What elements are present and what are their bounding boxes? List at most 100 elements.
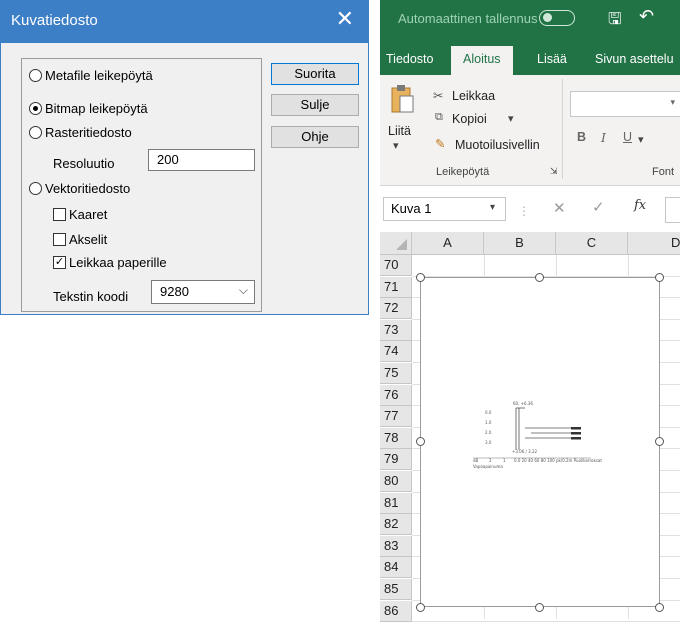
svg-text:2.0: 2.0 <box>485 430 492 435</box>
tab-insert[interactable]: Lisää <box>537 52 567 66</box>
resize-handle[interactable] <box>416 603 425 612</box>
svg-text:1.0: 1.0 <box>485 420 492 425</box>
scissors-icon[interactable]: ✂ <box>433 88 443 103</box>
picture-content: 0.0 1.0 2.0 3.0 60, +6.36 +3.06 / 3.22 d… <box>473 401 602 469</box>
paste-icon[interactable] <box>390 84 414 114</box>
cut-label[interactable]: Leikkaa <box>452 89 495 103</box>
radio-raster-label: Rasteritiedosto <box>45 125 132 140</box>
checkbox-clip[interactable]: ✓ Leikkaa paperille <box>53 255 167 270</box>
embedded-picture[interactable]: 0.0 1.0 2.0 3.0 60, +6.36 +3.06 / 3.22 d… <box>420 277 660 607</box>
bold-button[interactable]: B <box>577 130 586 144</box>
clipboard-group-label: Leikepöytä <box>436 166 490 178</box>
select-all-corner[interactable] <box>380 232 412 255</box>
dialog-launcher-icon[interactable]: ⇲ <box>550 166 558 177</box>
tab-home[interactable]: Aloitus <box>451 46 513 75</box>
resolution-label: Resoluutio <box>53 156 115 171</box>
chevron-down-icon[interactable]: ▾ <box>638 133 644 146</box>
dialog-title: Kuvatiedosto <box>11 12 98 29</box>
chevron-down-icon: ▾ <box>489 202 495 213</box>
radio-circle-icon <box>29 182 42 195</box>
resize-handle[interactable] <box>416 437 425 446</box>
checkbox-axes[interactable]: Akselit <box>53 232 107 247</box>
svg-text:Vapaapainuma: Vapaapainuma <box>473 464 503 469</box>
undo-icon[interactable]: ↶ <box>639 6 654 27</box>
close-button[interactable]: Sulje <box>271 94 359 116</box>
chevron-down-icon[interactable]: ▾ <box>508 112 514 125</box>
format-painter-icon[interactable]: ✎ <box>435 136 445 151</box>
text-code-value: 9280 <box>160 284 189 299</box>
font-group-label: Font <box>652 166 675 178</box>
radio-metafile[interactable]: Metafile leikepöytä <box>29 68 153 83</box>
row-header[interactable]: 76 <box>380 384 412 406</box>
resize-handle[interactable] <box>655 273 664 282</box>
group-divider <box>562 79 563 179</box>
image-file-dialog: Kuvatiedosto ✕ Metafile leikepöytä Bitma… <box>0 0 369 315</box>
column-header-b[interactable]: B <box>484 232 556 255</box>
row-header[interactable]: 80 <box>380 471 412 492</box>
checkbox-arcs-label: Kaaret <box>69 207 108 222</box>
row-header[interactable]: 85 <box>380 579 412 600</box>
insert-function-icon[interactable]: fx <box>634 198 646 213</box>
row-header[interactable]: 86 <box>380 600 412 622</box>
separator-icon: ⋮ <box>518 204 530 218</box>
copy-icon[interactable]: ⧉ <box>435 111 443 124</box>
row-header[interactable]: 73 <box>380 319 412 341</box>
paste-label[interactable]: Liitä <box>388 124 411 138</box>
column-header-a[interactable]: A <box>412 232 484 255</box>
copy-label[interactable]: Kopioi <box>452 112 487 126</box>
worksheet-grid[interactable]: A B C D 70 71 72 73 74 75 76 77 78 79 80 81 82 83 84 85… <box>380 232 680 622</box>
resize-handle[interactable] <box>535 273 544 282</box>
tab-file[interactable]: Tiedosto <box>386 52 433 66</box>
row-header[interactable]: 70 <box>380 255 412 276</box>
row-header[interactable]: 81 <box>380 492 412 514</box>
chevron-down-icon: ⌵ <box>238 283 248 297</box>
options-group: Metafile leikepöytä Bitmap leikepöytä Ra… <box>21 58 262 312</box>
close-icon[interactable]: ✕ <box>336 8 354 30</box>
resize-handle[interactable] <box>655 603 664 612</box>
resolution-input[interactable]: 200 <box>148 149 255 171</box>
resize-handle[interactable] <box>655 437 664 446</box>
formula-input[interactable] <box>665 197 680 223</box>
text-code-select[interactable]: 9280 ⌵ <box>151 280 255 304</box>
radio-bitmap[interactable]: Bitmap leikepöytä <box>29 101 148 116</box>
svg-text:3.0: 3.0 <box>485 440 492 445</box>
row-header[interactable]: 74 <box>380 341 412 363</box>
save-icon[interactable]: 🖫 <box>608 8 622 35</box>
row-header[interactable]: 72 <box>380 298 412 320</box>
row-header[interactable]: 77 <box>380 406 412 428</box>
row-header[interactable]: 79 <box>380 449 412 471</box>
tab-page-layout[interactable]: Sivun asettelu <box>595 52 674 66</box>
resize-handle[interactable] <box>416 273 425 282</box>
autosave-toggle[interactable] <box>539 10 575 26</box>
row-header[interactable]: 71 <box>380 276 412 298</box>
help-button[interactable]: Ohje <box>271 126 359 148</box>
ribbon-tabs: Tiedosto Aloitus Lisää Sivun asettelu <box>380 42 680 75</box>
svg-text:1: 1 <box>503 458 506 463</box>
column-header-d[interactable]: D <box>628 232 680 255</box>
resize-handle[interactable] <box>535 603 544 612</box>
format-painter-label[interactable]: Muotoilusivellin <box>455 138 540 152</box>
radio-vector[interactable]: Vektoritiedosto <box>29 181 130 196</box>
check-icon[interactable]: ✓ <box>592 198 605 216</box>
title-bar: Automaattinen tallennus 🖫 ↶ <box>380 0 680 42</box>
row-header[interactable]: 82 <box>380 514 412 536</box>
font-name-box[interactable]: ▾ <box>570 91 680 117</box>
italic-button[interactable]: I <box>601 130 606 145</box>
cancel-icon[interactable]: ✕ <box>553 199 566 217</box>
row-header[interactable]: 78 <box>380 427 412 449</box>
column-header-c[interactable]: C <box>556 232 628 255</box>
run-button[interactable]: Suorita <box>271 63 359 85</box>
name-box[interactable]: Kuva 1 ▾ <box>383 197 506 221</box>
row-header[interactable]: 83 <box>380 535 412 557</box>
underline-button[interactable]: U <box>623 130 632 144</box>
radio-circle-icon <box>29 126 42 139</box>
checkbox-arcs[interactable]: Kaaret <box>53 207 107 222</box>
chevron-down-icon[interactable]: ▾ <box>393 139 399 152</box>
row-header[interactable]: 84 <box>380 557 412 579</box>
radio-raster[interactable]: Rasteritiedosto <box>29 125 132 140</box>
ribbon-body: Liitä ▾ ✂ Leikkaa ⧉ Kopioi ▾ ✎ Muotoilus… <box>380 75 680 186</box>
radio-circle-icon <box>29 69 42 82</box>
row-header[interactable]: 75 <box>380 363 412 384</box>
name-box-value: Kuva 1 <box>391 201 432 216</box>
radio-vector-label: Vektoritiedosto <box>45 181 131 196</box>
